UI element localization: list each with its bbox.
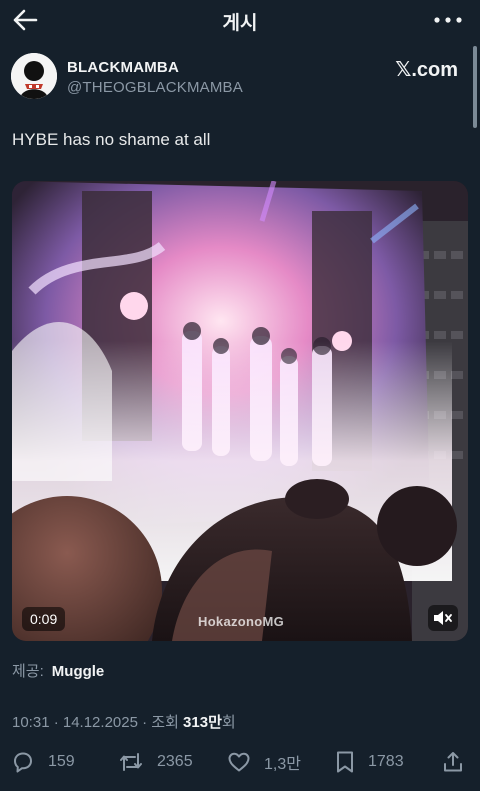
video-frame <box>12 181 468 641</box>
page-title: 게시 <box>222 13 258 34</box>
like-button[interactable]: 1,3만 <box>226 747 301 777</box>
avatar[interactable] <box>11 53 57 99</box>
media-provider: 제공: Muggle <box>12 660 104 681</box>
bookmark-count: 1783 <box>368 753 404 770</box>
post-text: HYBE has no shame at all <box>12 130 211 149</box>
repost-icon <box>120 753 142 771</box>
post-timestamp[interactable]: 10:31 · 14.12.2025 · 조회 <box>12 714 183 731</box>
view-count: 313만 <box>183 714 222 731</box>
provider-name[interactable]: Muggle <box>52 663 105 680</box>
top-bar: 게시 <box>0 0 480 40</box>
arrow-left-icon <box>13 9 38 31</box>
share-icon <box>444 752 462 772</box>
scrollbar[interactable] <box>473 46 477 128</box>
speaker-muted-icon <box>434 611 452 625</box>
provider-label: 제공: <box>12 663 44 680</box>
heart-icon <box>228 752 250 772</box>
x-com-logo: 𝕏.com <box>395 59 458 81</box>
bookmark-icon <box>337 751 353 773</box>
like-count: 1,3만 <box>264 756 301 773</box>
bookmark-button[interactable]: 1783 <box>334 747 404 777</box>
post-meta: 10:31 · 14.12.2025 · 조회 313만회 <box>12 711 236 732</box>
video-player[interactable]: 0:09 HokazonoMG <box>12 181 468 641</box>
mute-button[interactable] <box>428 605 458 631</box>
more-options-button[interactable] <box>430 8 466 32</box>
more-dots-icon <box>434 17 462 23</box>
reply-button[interactable]: 159 <box>10 747 75 777</box>
author-handle[interactable]: @THEOGBLACKMAMBA <box>67 79 243 96</box>
video-watermark: HokazonoMG <box>198 614 285 629</box>
view-count-suffix: 회 <box>221 714 236 731</box>
reply-count: 159 <box>48 753 75 770</box>
back-button[interactable] <box>10 6 42 34</box>
avatar-image <box>11 53 57 99</box>
author-display-name[interactable]: BLACKMAMBA <box>67 59 179 76</box>
video-duration: 0:09 <box>22 607 66 631</box>
repost-count: 2365 <box>157 753 193 770</box>
reply-icon <box>14 752 32 773</box>
action-bar: 159 2365 1,3만 1783 <box>0 747 480 777</box>
share-button[interactable] <box>440 747 466 777</box>
repost-button[interactable]: 2365 <box>117 747 193 777</box>
